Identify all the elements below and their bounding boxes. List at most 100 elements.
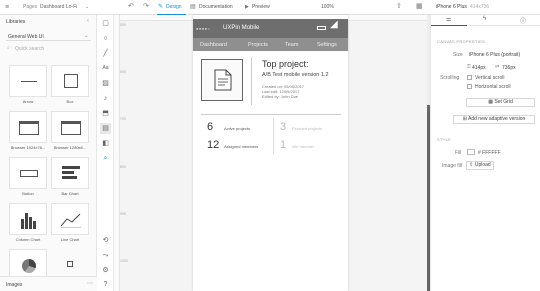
library-item-label: Box <box>66 99 74 104</box>
search-input[interactable]: ⌕ Quick search <box>6 44 91 53</box>
library-item-label: Bar Chart <box>61 191 79 196</box>
library-item-line-chart[interactable]: Line Chart <box>51 203 89 249</box>
upload-label: Upload <box>474 162 491 168</box>
scrolling-label: Scrolling <box>440 75 460 81</box>
height-field[interactable]: 736px <box>502 65 516 71</box>
more-icon[interactable]: ⋯ <box>87 280 93 287</box>
undo-icon[interactable]: ↶ <box>128 3 134 10</box>
pages-label: Pages <box>23 4 38 10</box>
chevron-down-icon: ⌄ <box>84 33 89 39</box>
stat-assigned-members: 12 Assigned members <box>207 139 267 153</box>
horizontal-scroll-label: Horizontal scroll <box>475 84 511 90</box>
stat-idle-member: 1 Idle member <box>280 139 340 153</box>
lightning-icon: ϟ <box>483 16 487 22</box>
icon-tool-icon[interactable]: ♪ <box>100 93 111 104</box>
library-select-value: General Web UI <box>8 34 44 40</box>
tab-info[interactable]: ⓘ <box>505 15 540 26</box>
add-adaptive-button[interactable]: ⊞ Add new adaptive version <box>453 115 535 124</box>
design-canvas[interactable]: 500 600 700 800 900 1000 ●●●●○ UXPin Mob… <box>114 15 427 291</box>
signal-bars-icon: ◢ <box>330 19 338 30</box>
mobile-nav-settings[interactable]: Settings <box>317 42 337 48</box>
canvas-properties-title: CANVAS PROPERTIES <box>437 39 486 44</box>
stat-value: 1 <box>280 139 287 151</box>
tab-interactions[interactable]: ϟ <box>468 15 504 26</box>
image-tool-icon[interactable]: ▨ <box>100 78 111 89</box>
library-item-label: Arrow <box>22 99 34 104</box>
ruler-mark: 800 <box>120 165 126 169</box>
layers-tool-icon[interactable]: ◧ <box>100 138 111 149</box>
grid-icon[interactable]: ▦ <box>416 3 423 10</box>
line-tool-icon[interactable]: ╱ <box>100 48 111 59</box>
menu-icon[interactable]: ≡ <box>5 4 9 11</box>
connection-tool-icon[interactable]: ⟲ <box>100 235 111 246</box>
zoom-level[interactable]: 100% <box>321 4 334 10</box>
share-tool-icon[interactable]: ⤳ <box>100 250 111 261</box>
box-icon <box>64 74 78 88</box>
browser-icon <box>61 121 81 135</box>
images-label: Images <box>6 282 23 288</box>
text-tool-icon[interactable]: Aa <box>100 63 111 74</box>
help-tool-icon[interactable]: ? <box>100 279 111 290</box>
ruler-mark: 900 <box>120 212 126 216</box>
line-chart-icon <box>61 213 81 228</box>
width-field[interactable]: 414px <box>472 65 486 71</box>
library-item-arrow[interactable]: Arrow <box>9 65 47 111</box>
tab-properties[interactable]: ⚌ <box>431 15 467 26</box>
component-tool-icon[interactable]: ⬒ <box>100 108 111 119</box>
tab-design[interactable]: ✎ Design <box>157 0 186 15</box>
library-item-browser-1024[interactable]: Browser 1024x78... <box>9 111 47 157</box>
ruler-mark: 700 <box>120 117 126 121</box>
library-item-bar-chart[interactable]: Bar Chart <box>51 157 89 203</box>
export-icon[interactable]: ⇧ <box>396 3 402 10</box>
settings-tool-icon[interactable]: ⚙ <box>100 265 111 276</box>
ellipse-tool-icon[interactable]: ○ <box>100 33 111 44</box>
vertical-scroll-checkbox[interactable] <box>467 75 472 80</box>
redo-icon[interactable]: ↷ <box>143 3 149 10</box>
tab-preview[interactable]: ▶ Preview <box>245 0 275 15</box>
library-item-label: Browser 1280x8... <box>53 145 87 150</box>
properties-panel: ⚌ ϟ ⓘ CANVAS PROPERTIES Size iPhone 6 Pl… <box>430 15 540 291</box>
horizontal-scroll-checkbox[interactable] <box>467 84 472 89</box>
library-tool-icon[interactable]: ▤ <box>100 123 111 134</box>
stat-label: Active projects <box>224 126 251 131</box>
stat-value: 12 <box>207 139 220 151</box>
mobile-nav-projects[interactable]: Projects <box>248 42 268 48</box>
mobile-nav-dashboard[interactable]: Dashboard <box>200 42 227 48</box>
search-tool-icon[interactable]: ⌕ <box>100 153 111 164</box>
stat-label: Idle member <box>292 144 315 149</box>
tab-documentation[interactable]: ▤ Documentation <box>190 0 240 15</box>
style-title: STYLE <box>437 137 452 142</box>
swap-icon[interactable]: ⇄ <box>495 64 499 70</box>
images-section[interactable]: Images ⋯ <box>0 276 97 291</box>
stat-value: 6 <box>207 121 214 133</box>
ruler-mark: 500 <box>120 23 126 27</box>
library-item-browser-1280[interactable]: Browser 1280x8... <box>51 111 89 157</box>
page-title[interactable]: Dashboard Lo-Fi <box>40 4 77 10</box>
size-select[interactable]: iPhone 6 Plus (portrait) <box>467 50 535 58</box>
fill-value[interactable]: # FFFFFF <box>478 150 501 156</box>
vertical-ruler: 500 600 700 800 900 1000 <box>114 15 128 291</box>
project-heading: Top project: <box>262 59 309 69</box>
chevron-down-icon[interactable]: ⌄ <box>85 4 89 11</box>
library-item-column-chart[interactable]: Column Chart <box>9 203 47 249</box>
upload-button[interactable]: ⇧ Upload <box>466 161 494 170</box>
mobile-artboard[interactable]: ●●●●○ UXPin Mobile ◢ Dashboard Projects … <box>193 15 348 291</box>
fill-color-swatch[interactable] <box>467 149 475 155</box>
mobile-status-bar: ●●●●○ UXPin Mobile ◢ <box>193 19 348 38</box>
library-item-box[interactable]: Box <box>51 65 89 111</box>
mobile-nav-team[interactable]: Team <box>285 42 298 48</box>
battery-icon <box>317 26 326 30</box>
vertical-scroll-label: Vertical scroll <box>475 75 505 81</box>
project-edited-by: Edited by: John Doe <box>262 94 299 99</box>
rectangle-tool-icon[interactable]: ▢ <box>100 18 111 29</box>
divider <box>251 57 252 105</box>
library-item-button[interactable]: Button <box>9 157 47 203</box>
project-document-icon <box>201 59 243 101</box>
search-icon: ⌕ <box>7 45 10 51</box>
set-grid-button[interactable]: ▦ Set Grid <box>466 98 535 107</box>
library-select[interactable]: General Web UI ⌄ <box>6 33 91 41</box>
pie-chart-icon <box>22 259 36 273</box>
stat-active-projects: 6 Active projects <box>207 121 267 135</box>
lock-icon[interactable]: ⚿ <box>467 64 471 70</box>
chevron-left-icon[interactable]: ‹ <box>87 18 89 24</box>
